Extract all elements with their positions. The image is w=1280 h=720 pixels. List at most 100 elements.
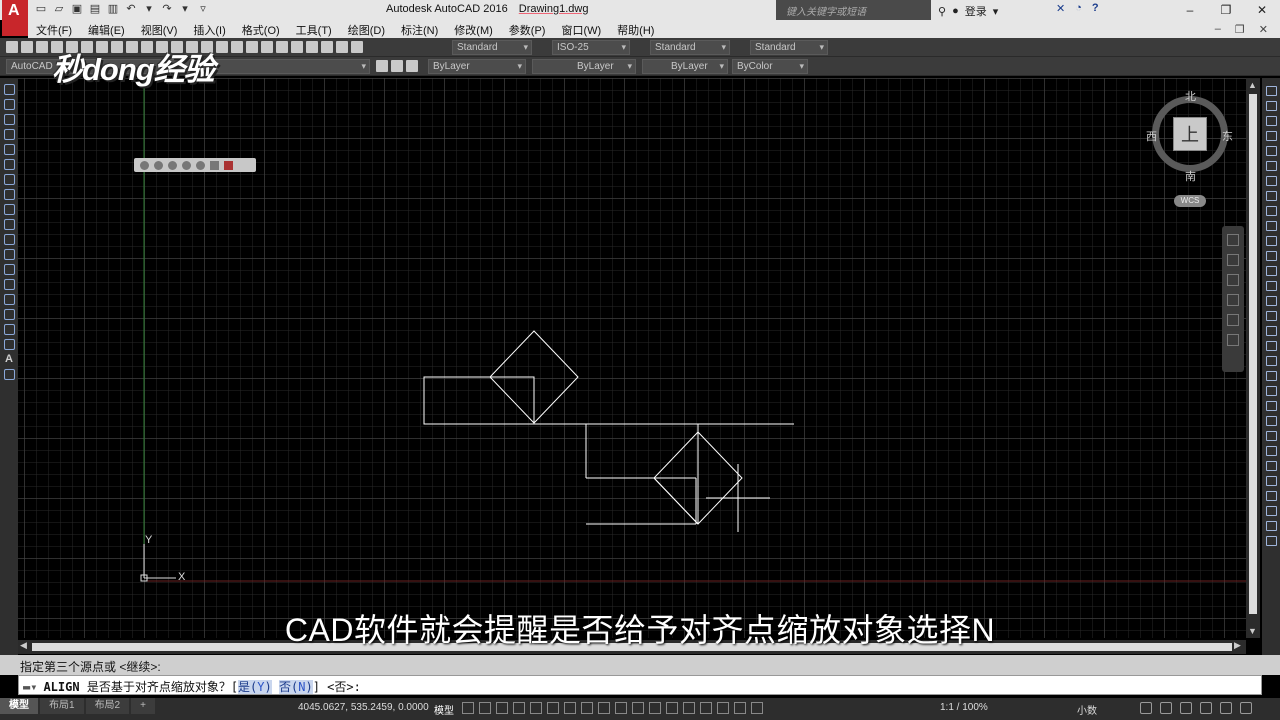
doc-minimize-icon[interactable]: – bbox=[1215, 23, 1221, 36]
menu-edit[interactable]: 编辑(E) bbox=[88, 22, 125, 38]
layer-states-icon[interactable] bbox=[406, 60, 418, 72]
tab-layout1[interactable]: 布局1 bbox=[40, 698, 84, 714]
menu-file[interactable]: 文件(F) bbox=[36, 22, 72, 38]
make-current-layer-icon[interactable] bbox=[376, 60, 388, 72]
mtext-icon[interactable]: A bbox=[4, 354, 15, 365]
orbit-icon[interactable] bbox=[140, 160, 149, 170]
open-file-icon[interactable]: ▱ bbox=[52, 2, 66, 16]
doc-close-icon[interactable]: ✕ bbox=[1259, 23, 1268, 36]
nav-customize-icon[interactable] bbox=[1227, 334, 1239, 346]
quick-properties-icon[interactable] bbox=[1140, 702, 1152, 714]
undo-icon[interactable]: ↶ bbox=[124, 2, 138, 16]
new-file-icon[interactable]: ▭ bbox=[34, 2, 48, 16]
menu-view[interactable]: 视图(V) bbox=[141, 22, 178, 38]
menu-dimension[interactable]: 标注(N) bbox=[401, 22, 438, 38]
spline-icon[interactable] bbox=[3, 204, 15, 215]
qnew-icon[interactable] bbox=[6, 41, 18, 53]
cursor-coordinates[interactable]: 4045.0627, 535.2459, 0.0000 bbox=[298, 702, 429, 713]
snap-icon[interactable] bbox=[479, 702, 491, 714]
color-select[interactable]: ByLayer bbox=[428, 59, 526, 74]
selection-cycling-icon[interactable] bbox=[649, 702, 661, 714]
tab-layout2[interactable]: 布局2 bbox=[85, 698, 130, 714]
compass-west[interactable]: 西 bbox=[1146, 128, 1157, 144]
extend-icon[interactable] bbox=[1265, 236, 1277, 246]
ellipse-icon[interactable] bbox=[3, 219, 15, 230]
walk-icon[interactable] bbox=[196, 160, 205, 170]
compass-east[interactable]: 东 bbox=[1222, 128, 1233, 144]
object-snap-tracking-icon[interactable] bbox=[581, 702, 593, 714]
break-at-point-icon[interactable] bbox=[1265, 251, 1277, 261]
command-line-menu-icon[interactable]: ▬▾ bbox=[23, 680, 37, 694]
auto-scale-icon[interactable] bbox=[751, 702, 763, 714]
steering-wheel-icon[interactable] bbox=[1227, 234, 1239, 246]
render-tool-icon[interactable] bbox=[224, 160, 233, 170]
save-tool-icon[interactable] bbox=[36, 41, 48, 53]
view-cube-tool-icon[interactable] bbox=[210, 160, 219, 170]
tab-model[interactable]: 模型 bbox=[0, 698, 38, 714]
fillet-icon[interactable] bbox=[1265, 311, 1277, 321]
annotation-visibility-icon[interactable] bbox=[734, 702, 746, 714]
lineweight-display-icon[interactable] bbox=[615, 702, 627, 714]
redo-icon[interactable]: ↷ bbox=[160, 2, 174, 16]
undo-dropdown-icon[interactable]: ▾ bbox=[142, 2, 156, 16]
swivel-icon[interactable] bbox=[182, 160, 191, 170]
table-style-select[interactable]: Standard bbox=[650, 40, 730, 55]
dim-continue-icon[interactable] bbox=[1265, 476, 1277, 486]
menu-parametric[interactable]: 参数(P) bbox=[509, 22, 546, 38]
infer-constraints-icon[interactable] bbox=[496, 702, 508, 714]
dim-ordinate-icon[interactable] bbox=[1265, 401, 1277, 411]
trim-icon[interactable] bbox=[1265, 221, 1277, 231]
nav-pan-icon[interactable] bbox=[1227, 254, 1239, 266]
quickcalc-icon[interactable] bbox=[336, 41, 348, 53]
line-icon[interactable] bbox=[3, 84, 15, 95]
rectangle-icon[interactable] bbox=[3, 144, 15, 155]
explode-icon[interactable] bbox=[1265, 341, 1277, 351]
design-center-icon[interactable] bbox=[276, 41, 288, 53]
gradient-icon[interactable] bbox=[3, 309, 15, 320]
close-icon[interactable]: ✕ bbox=[1244, 0, 1280, 20]
redo-dropdown-icon[interactable]: ▾ bbox=[178, 2, 192, 16]
zoom-window-icon[interactable] bbox=[231, 41, 243, 53]
mleader-style-select[interactable]: Standard bbox=[750, 40, 828, 55]
markup-icon[interactable] bbox=[321, 41, 333, 53]
lock-ui-icon[interactable] bbox=[1160, 702, 1172, 714]
free-orbit-icon[interactable] bbox=[154, 160, 163, 170]
menu-format[interactable]: 格式(O) bbox=[242, 22, 280, 38]
annotation-scale[interactable]: 1:1 / 100% bbox=[940, 702, 988, 713]
exchange-apps-icon[interactable]: ✕ bbox=[1056, 2, 1065, 15]
nav-orbit-icon[interactable] bbox=[1227, 294, 1239, 306]
search-input[interactable]: 键入关键字或短语 bbox=[776, 0, 931, 20]
option-yes[interactable]: 是(Y) bbox=[238, 680, 272, 694]
menu-help[interactable]: 帮助(H) bbox=[617, 22, 654, 38]
save-as-icon[interactable]: ▤ bbox=[88, 2, 102, 16]
sheet-set-icon[interactable] bbox=[306, 41, 318, 53]
wcs-menu[interactable]: WCS bbox=[1174, 195, 1206, 207]
ortho-icon[interactable] bbox=[530, 702, 542, 714]
text-style-select[interactable]: Standard bbox=[452, 40, 532, 55]
hardware-acceleration-icon[interactable] bbox=[1200, 702, 1212, 714]
add-selected-icon[interactable] bbox=[3, 369, 15, 380]
break-icon[interactable] bbox=[1265, 266, 1277, 276]
layer-previous-icon[interactable] bbox=[391, 60, 403, 72]
maximize-icon[interactable]: ❐ bbox=[1208, 0, 1244, 20]
floating-orbit-toolbar[interactable] bbox=[134, 158, 256, 172]
dim-linear-icon[interactable] bbox=[1265, 356, 1277, 366]
tool-palettes-icon[interactable] bbox=[291, 41, 303, 53]
rotate-icon[interactable] bbox=[1265, 176, 1277, 186]
tolerance-icon[interactable] bbox=[1265, 491, 1277, 501]
command-line-input[interactable]: ▬▾ ALIGN 是否基于对齐点缩放对象？[是(Y) 否(N)] <否>: bbox=[18, 675, 1262, 695]
doc-restore-icon[interactable]: ❐ bbox=[1235, 23, 1245, 36]
plot-style-select[interactable]: ByColor bbox=[732, 59, 808, 74]
customization-icon[interactable] bbox=[1240, 702, 1252, 714]
polar-tracking-icon[interactable] bbox=[547, 702, 559, 714]
signin-dropdown-icon[interactable]: ▾ bbox=[993, 5, 999, 18]
scale-icon[interactable] bbox=[1265, 191, 1277, 201]
revision-cloud-icon[interactable] bbox=[3, 189, 15, 200]
a360-icon[interactable]: ◔ bbox=[1075, 2, 1082, 15]
binoculars-icon[interactable]: ⚲ bbox=[938, 5, 946, 18]
point-icon[interactable] bbox=[3, 279, 15, 290]
erase-icon[interactable] bbox=[1265, 86, 1277, 96]
dim-angular-icon[interactable] bbox=[1265, 446, 1277, 456]
plot-icon[interactable]: ▥ bbox=[106, 2, 120, 16]
zoom-extents-icon[interactable] bbox=[1227, 274, 1239, 286]
